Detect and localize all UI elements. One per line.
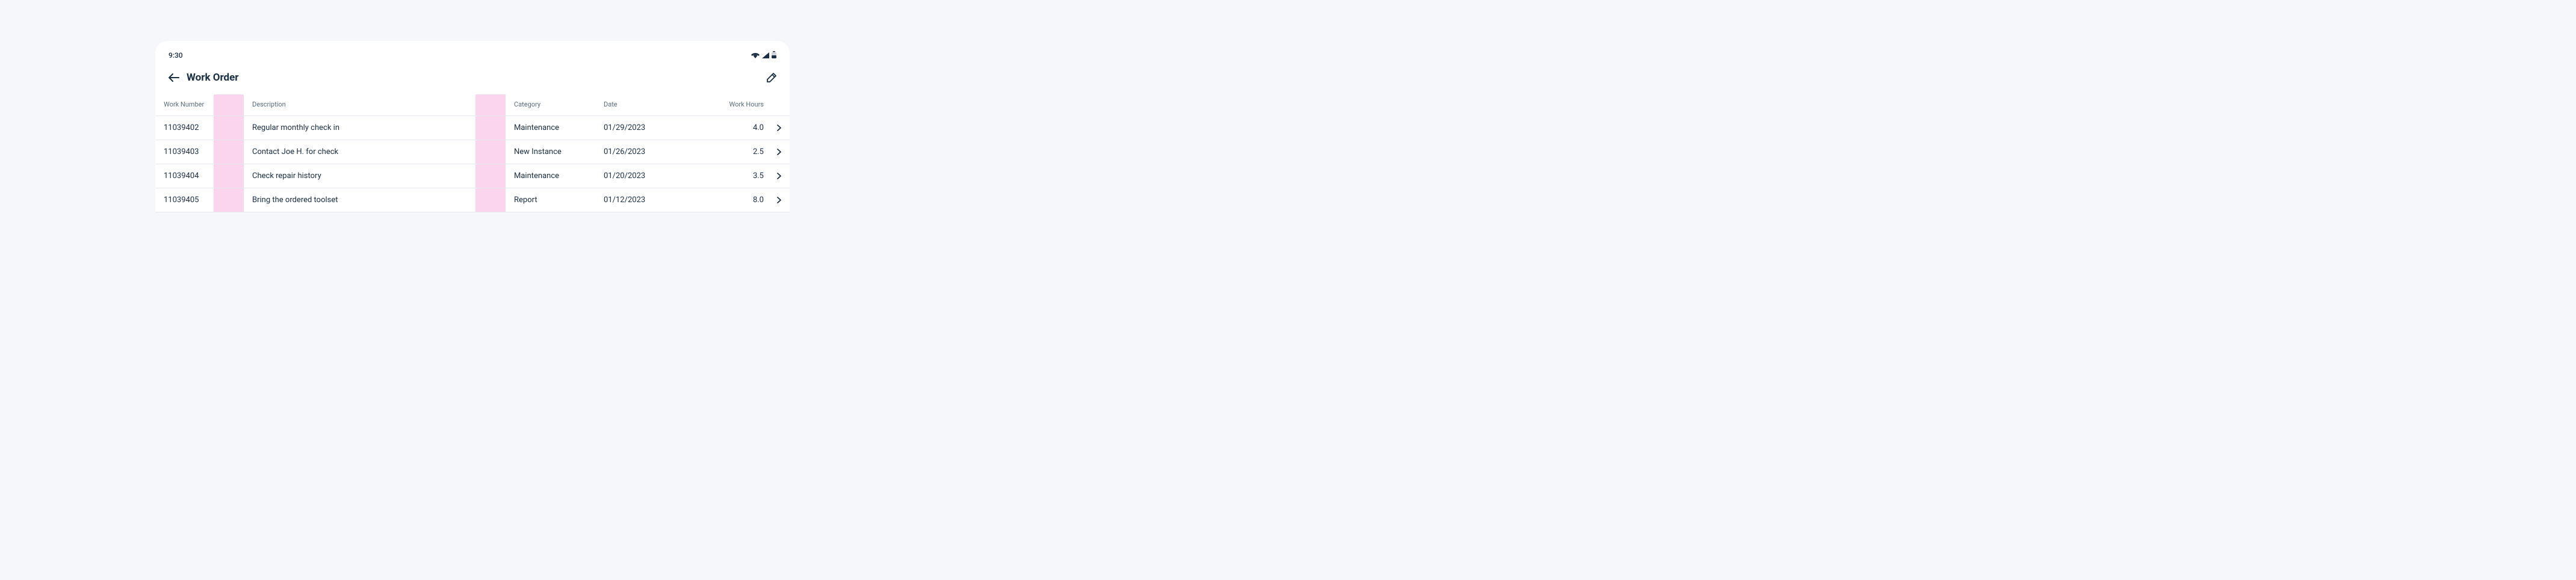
cell-description: Check repair history	[252, 164, 514, 188]
cell-description: Regular monthly check in	[252, 116, 514, 140]
column-header-description: Description	[252, 94, 514, 116]
row-chevron	[764, 164, 781, 188]
column-header-spacer	[764, 94, 781, 116]
chevron-right-icon	[777, 197, 781, 203]
wifi-icon	[751, 49, 760, 61]
cell-category: Maintenance	[514, 116, 604, 140]
column-header-date: Date	[604, 94, 729, 116]
table-header: Work Number Description Category Date Wo…	[155, 94, 790, 116]
back-arrow-icon[interactable]	[169, 73, 179, 82]
cell-date: 01/12/2023	[604, 188, 729, 212]
column-header-category: Category	[514, 94, 604, 116]
cell-date: 01/20/2023	[604, 164, 729, 188]
device-frame: 9:30	[155, 41, 790, 212]
cell-worknumber: 11039405	[164, 188, 252, 212]
row-chevron	[764, 140, 781, 164]
status-bar: 9:30	[155, 41, 790, 67]
cell-description: Bring the ordered toolset	[252, 188, 514, 212]
row-chevron	[764, 116, 781, 140]
edit-button[interactable]	[767, 73, 776, 82]
row-chevron	[764, 188, 781, 212]
cell-worknumber: 11039402	[164, 116, 252, 140]
cell-signal-icon	[762, 49, 769, 61]
cell-date: 01/29/2023	[604, 116, 729, 140]
column-header-hours: Work Hours	[729, 94, 764, 116]
chevron-right-icon	[777, 125, 781, 131]
battery-icon	[772, 49, 776, 61]
cell-date: 01/26/2023	[604, 140, 729, 164]
work-order-table: Work Number Description Category Date Wo…	[155, 94, 790, 212]
chevron-right-icon	[777, 173, 781, 179]
table-row[interactable]: 11039402 Regular monthly check in Mainte…	[155, 116, 790, 140]
table-row[interactable]: 11039405 Bring the ordered toolset Repor…	[155, 188, 790, 212]
header-left: Work Order	[169, 72, 239, 84]
cell-hours: 3.5	[729, 164, 764, 188]
column-header-worknumber: Work Number	[164, 94, 252, 116]
cell-description: Contact Joe H. for check	[252, 140, 514, 164]
cell-category: Report	[514, 188, 604, 212]
cell-worknumber: 11039404	[164, 164, 252, 188]
chevron-right-icon	[777, 149, 781, 155]
cell-hours: 8.0	[729, 188, 764, 212]
cell-hours: 4.0	[729, 116, 764, 140]
page-title: Work Order	[187, 72, 239, 84]
table-row[interactable]: 11039404 Check repair history Maintenanc…	[155, 164, 790, 188]
status-time: 9:30	[169, 51, 183, 60]
header-bar: Work Order	[155, 67, 790, 94]
status-icons	[751, 49, 776, 61]
cell-worknumber: 11039403	[164, 140, 252, 164]
cell-category: Maintenance	[514, 164, 604, 188]
cell-category: New Instance	[514, 140, 604, 164]
table-body: 11039402 Regular monthly check in Mainte…	[155, 116, 790, 212]
table-row[interactable]: 11039403 Contact Joe H. for check New In…	[155, 140, 790, 164]
cell-hours: 2.5	[729, 140, 764, 164]
